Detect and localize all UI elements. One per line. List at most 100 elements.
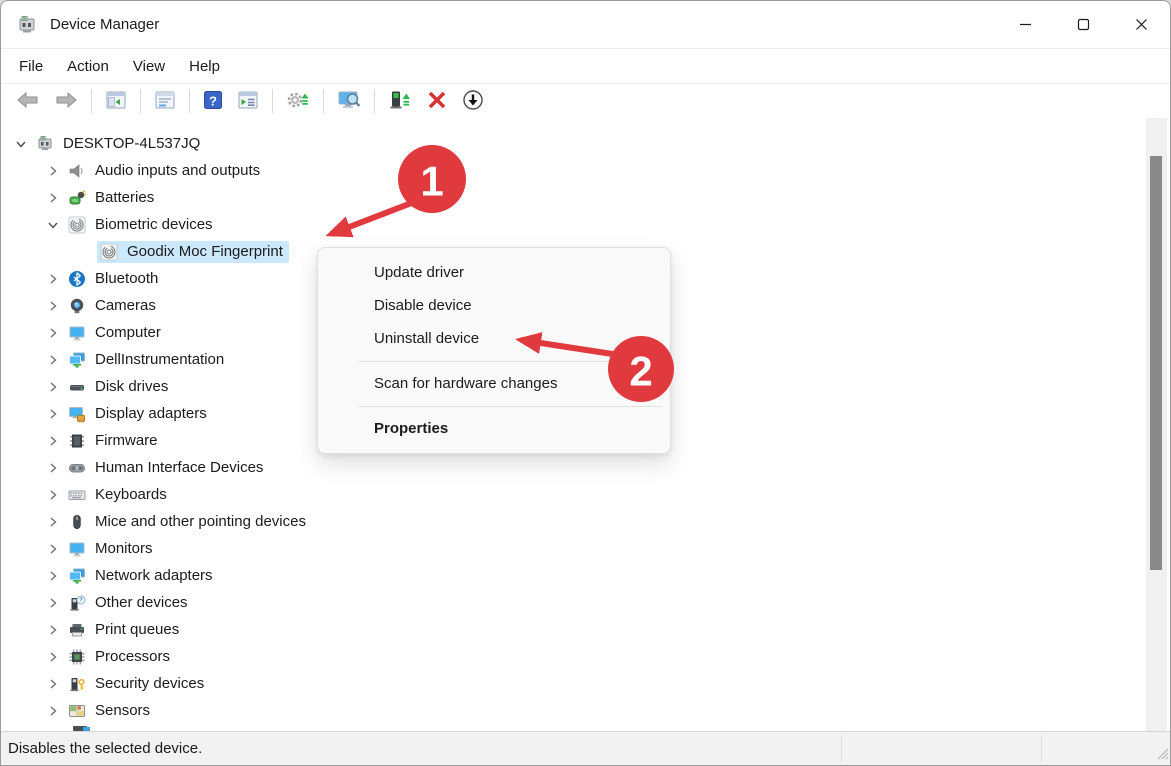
chevron-right-icon[interactable] bbox=[41, 702, 65, 720]
toolbar-button-help[interactable]: ? bbox=[198, 87, 228, 115]
status-bar: Disables the selected device. bbox=[1, 731, 1170, 765]
minimize-button[interactable] bbox=[996, 1, 1054, 48]
chevron-right-icon[interactable] bbox=[41, 162, 65, 180]
tree-item-label: Disk drives bbox=[95, 377, 169, 395]
device-manager-window: Device Manager File Action View Help ? DESK… bbox=[0, 0, 1171, 766]
monitor-icon bbox=[67, 324, 87, 342]
context-menu-item-update-driver[interactable]: Update driver bbox=[318, 256, 670, 289]
tree-item-keyboards[interactable]: Keyboards bbox=[1, 481, 1170, 508]
gear-up-arrow-icon bbox=[286, 89, 310, 114]
chevron-right-icon[interactable] bbox=[41, 513, 65, 531]
tree-item-processors[interactable]: Processors bbox=[1, 643, 1170, 670]
chevron-right-icon[interactable] bbox=[41, 567, 65, 585]
context-menu-item-properties[interactable]: Properties bbox=[318, 412, 670, 445]
toolbar-separator bbox=[140, 89, 141, 113]
computer-root-icon bbox=[35, 135, 55, 153]
properties-window-icon bbox=[154, 90, 176, 113]
down-arrow-circle-icon bbox=[462, 89, 484, 114]
toolbar-button-disable-device[interactable] bbox=[457, 87, 489, 115]
vertical-scrollbar[interactable] bbox=[1146, 118, 1167, 732]
toolbar-separator bbox=[91, 89, 92, 113]
context-menu-item-scan-for-hardware-changes[interactable]: Scan for hardware changes bbox=[318, 367, 670, 400]
battery-icon bbox=[67, 189, 87, 207]
status-separator bbox=[1041, 735, 1042, 762]
scrollbar-thumb[interactable] bbox=[1150, 156, 1162, 570]
tree-item-label: Sensors bbox=[95, 701, 151, 719]
printer-icon bbox=[67, 621, 87, 639]
maximize-button[interactable] bbox=[1054, 1, 1112, 48]
sensors-icon bbox=[67, 702, 87, 720]
tree-item-label: Computer bbox=[95, 323, 161, 341]
menu-view[interactable]: View bbox=[121, 54, 177, 79]
toolbar-button-show-console-tree[interactable] bbox=[100, 87, 132, 115]
chevron-right-icon[interactable] bbox=[41, 405, 65, 423]
menu-file[interactable]: File bbox=[7, 54, 55, 79]
fingerprint-icon bbox=[67, 216, 87, 234]
chevron-right-icon[interactable] bbox=[41, 432, 65, 450]
chevron-right-icon[interactable] bbox=[41, 351, 65, 369]
context-menu-item-disable-device[interactable]: Disable device bbox=[318, 289, 670, 322]
tree-item-security-devices[interactable]: Security devices bbox=[1, 670, 1170, 697]
context-menu-separator bbox=[358, 361, 662, 362]
resize-grip[interactable] bbox=[1155, 746, 1169, 764]
tree-item-label: Goodix Moc Fingerprint bbox=[127, 242, 283, 260]
tree-item-monitors[interactable]: Monitors bbox=[1, 535, 1170, 562]
device-manager-app-icon bbox=[16, 14, 38, 36]
toolbar-button-update-driver-software[interactable] bbox=[281, 87, 315, 115]
chevron-right-icon[interactable] bbox=[41, 621, 65, 639]
chevron-right-icon[interactable] bbox=[41, 324, 65, 342]
chevron-right-icon[interactable] bbox=[41, 594, 65, 612]
menu-action[interactable]: Action bbox=[55, 54, 121, 79]
toolbar-button-forward[interactable] bbox=[49, 87, 83, 115]
context-menu-item-uninstall-device[interactable]: Uninstall device bbox=[318, 322, 670, 355]
forward-arrow-icon bbox=[54, 90, 78, 113]
chevron-down-icon[interactable] bbox=[41, 216, 65, 234]
tree-item-label: Security devices bbox=[95, 674, 205, 692]
console-tree-icon bbox=[105, 90, 127, 113]
tree-item-sensors[interactable]: Sensors bbox=[1, 697, 1170, 724]
display-adapter-icon bbox=[67, 405, 87, 423]
toolbar-button-uninstall-device[interactable] bbox=[421, 87, 453, 115]
chevron-right-icon[interactable] bbox=[41, 297, 65, 315]
red-x-icon bbox=[426, 89, 448, 114]
toolbar-separator bbox=[374, 89, 375, 113]
tree-item-desktop-4l537jq[interactable]: DESKTOP-4L537JQ bbox=[1, 130, 1170, 157]
tree-item-batteries[interactable]: Batteries bbox=[1, 184, 1170, 211]
tree-item-label: DESKTOP-4L537JQ bbox=[63, 134, 201, 152]
tree-item-print-queues[interactable]: Print queues bbox=[1, 616, 1170, 643]
tree-item-mice-and-other-pointing-devices[interactable]: Mice and other pointing devices bbox=[1, 508, 1170, 535]
chevron-right-icon[interactable] bbox=[41, 486, 65, 504]
menu-help[interactable]: Help bbox=[177, 54, 232, 79]
toolbar-button-update-driver[interactable] bbox=[383, 87, 417, 115]
chevron-right-icon[interactable] bbox=[41, 270, 65, 288]
chevron-right-icon[interactable] bbox=[41, 459, 65, 477]
tree-item-label: Batteries bbox=[95, 188, 155, 206]
chevron-right-icon[interactable] bbox=[41, 540, 65, 558]
action-pane-icon bbox=[237, 90, 259, 113]
bluetooth-icon bbox=[67, 270, 87, 288]
chevron-right-icon[interactable] bbox=[41, 648, 65, 666]
tree-item-network-adapters[interactable]: Network adapters bbox=[1, 562, 1170, 589]
chevron-right-icon[interactable] bbox=[41, 675, 65, 693]
back-arrow-icon bbox=[16, 90, 40, 113]
toolbar-button-back[interactable] bbox=[11, 87, 45, 115]
monitor-search-icon bbox=[337, 89, 361, 114]
window-title: Device Manager bbox=[50, 16, 160, 33]
disk-icon bbox=[67, 378, 87, 396]
chevron-down-icon[interactable] bbox=[9, 135, 33, 153]
chevron-right-icon[interactable] bbox=[41, 189, 65, 207]
toolbar-button-properties[interactable] bbox=[149, 87, 181, 115]
close-button[interactable] bbox=[1112, 1, 1170, 48]
toolbar-separator bbox=[272, 89, 273, 113]
unknown-device-icon: ? bbox=[67, 594, 87, 612]
tree-item-human-interface-devices[interactable]: Human Interface Devices bbox=[1, 454, 1170, 481]
toolbar: ? bbox=[1, 84, 1170, 120]
status-text: Disables the selected device. bbox=[8, 740, 203, 757]
toolbar-button-show-action-pane[interactable] bbox=[232, 87, 264, 115]
tree-item-biometric-devices[interactable]: Biometric devices bbox=[1, 211, 1170, 238]
chevron-right-icon[interactable] bbox=[41, 378, 65, 396]
svg-text:?: ? bbox=[209, 93, 217, 108]
tree-item-other-devices[interactable]: ? Other devices bbox=[1, 589, 1170, 616]
tree-item-audio-inputs-and-outputs[interactable]: Audio inputs and outputs bbox=[1, 157, 1170, 184]
toolbar-button-scan-hardware-changes[interactable] bbox=[332, 87, 366, 115]
